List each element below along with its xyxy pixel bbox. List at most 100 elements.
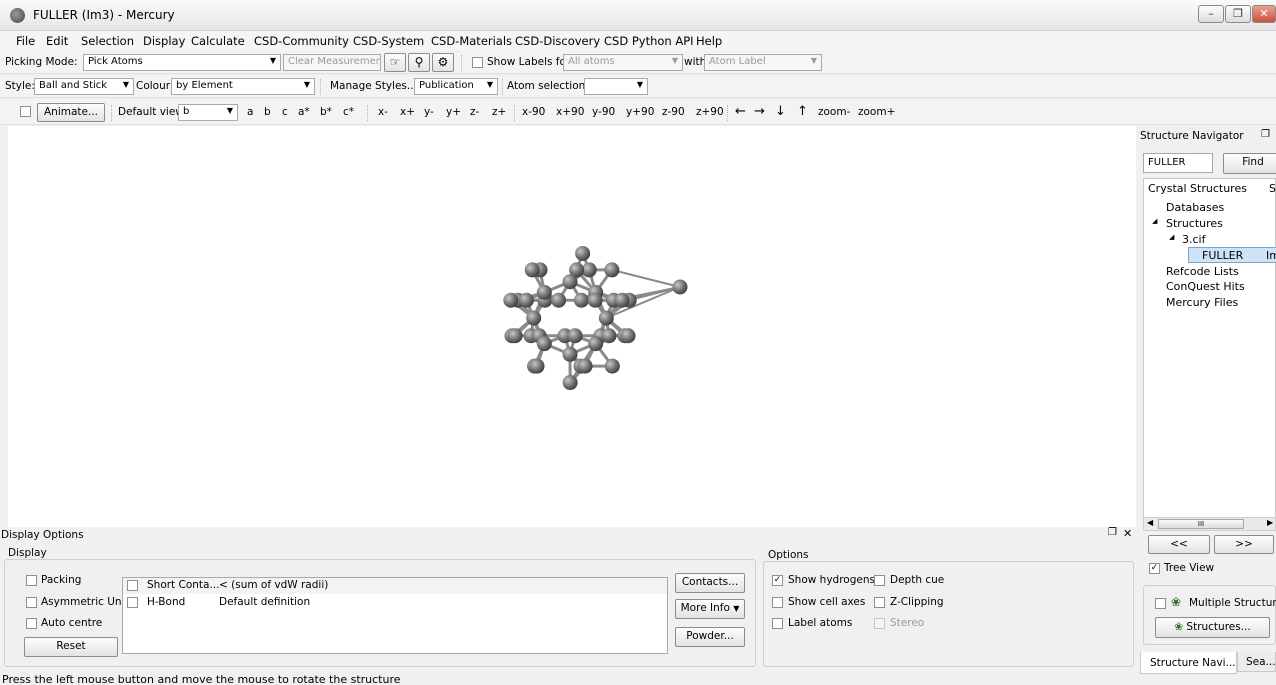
atom[interactable] [562,375,578,391]
atom[interactable] [524,262,540,278]
atom[interactable] [601,328,617,344]
view-c-button[interactable]: c [282,106,288,118]
float-icon[interactable]: ❐ [1108,527,1117,538]
menu-csd-discovery[interactable]: CSD-Discovery [515,34,600,48]
rotate-z-plus-90-button[interactable]: z+90 [696,106,724,118]
atom[interactable] [536,284,552,300]
contact-row-short[interactable]: Short Conta... < (sum of vdW radii) [123,578,667,594]
menu-calculate[interactable]: Calculate [191,34,245,48]
close-panel-icon[interactable]: ✕ [1123,527,1132,540]
contacts-button[interactable]: Contacts... [675,573,745,593]
menu-csd-python-api[interactable]: CSD Python API [604,34,694,48]
clear-measurements-button[interactable]: Clear Measurements [283,54,381,71]
view-c-star-button[interactable]: c* [343,106,354,118]
zoom-out-button[interactable]: zoom- [818,106,850,118]
select-pick-icon[interactable]: ⚙ [432,53,454,72]
tree-item-databases[interactable]: Databases [1166,201,1224,214]
tree-item-conquest-hits[interactable]: ConQuest Hits [1166,280,1245,293]
next-button[interactable]: >> [1214,535,1274,554]
colour-select[interactable]: by Element ▼ [171,78,315,95]
zoom-pick-icon[interactable]: ⚲ [408,53,430,72]
structure-viewer[interactable] [8,126,1136,528]
minimize-button[interactable]: – [1198,5,1224,23]
atom-selections-select[interactable]: ▼ [584,78,648,95]
contact-row-hbond[interactable]: H-Bond Default definition [123,595,667,611]
atom-label-select[interactable]: Atom Label ▼ [704,54,822,71]
publication-select[interactable]: Publication ▼ [414,78,498,95]
move-left-icon[interactable]: ← [735,104,746,119]
view-y-minus-button[interactable]: y- [424,106,434,118]
maximize-button[interactable]: ❐ [1225,5,1251,23]
atom[interactable] [604,358,620,374]
packing-checkbox[interactable] [26,575,37,586]
atom[interactable] [518,292,534,308]
atom[interactable] [577,358,593,374]
more-info-button[interactable]: More Info ▼ [675,599,745,619]
view-b-star-button[interactable]: b* [320,106,332,118]
menu-csd-materials[interactable]: CSD-Materials [431,34,512,48]
short-contact-checkbox[interactable] [127,580,138,591]
tree-header-secondary[interactable]: S [1269,182,1276,195]
atom[interactable] [573,292,589,308]
menu-help[interactable]: Help [696,34,722,48]
picking-mode-select[interactable]: Pick Atoms ▼ [83,54,281,71]
move-down-icon[interactable]: ↓ [775,104,786,119]
contacts-list[interactable]: Short Conta... < (sum of vdW radii) H-Bo… [122,577,668,654]
atom[interactable] [503,292,519,308]
scroll-right-icon[interactable]: ▶ [1267,518,1273,527]
z-clipping-checkbox[interactable] [874,597,885,608]
atom[interactable] [620,328,636,344]
atom[interactable] [567,328,583,344]
view-x-minus-button[interactable]: x- [378,106,388,118]
tree-item-structures[interactable]: Structures [1166,217,1223,230]
float-icon[interactable]: ❐ [1261,129,1270,140]
zoom-in-button[interactable]: zoom+ [858,106,895,118]
navigator-horizontal-scrollbar[interactable]: ◀ III ▶ [1143,517,1276,531]
menu-selection[interactable]: Selection [81,34,134,48]
atom[interactable] [529,358,545,374]
menu-edit[interactable]: Edit [46,34,68,48]
atom[interactable] [507,328,523,344]
powder-button[interactable]: Powder... [675,627,745,647]
menu-file[interactable]: File [16,34,35,48]
tab-search[interactable]: Sea... [1237,652,1276,672]
rotate-x-minus-90-button[interactable]: x-90 [522,106,545,118]
asymmetric-unit-checkbox[interactable] [26,597,37,608]
atom[interactable] [575,245,591,261]
navigator-tree[interactable]: Crystal Structures S Databases ◢ Structu… [1143,178,1276,518]
atom[interactable] [672,279,688,295]
rotate-x-plus-90-button[interactable]: x+90 [556,106,584,118]
previous-button[interactable]: << [1148,535,1210,554]
tree-item-refcode-lists[interactable]: Refcode Lists [1166,265,1239,278]
animate-checkbox[interactable] [20,106,31,117]
navigator-search-input[interactable]: FULLER [1143,153,1213,173]
rotate-y-plus-90-button[interactable]: y+90 [626,106,654,118]
tab-structure-navigator[interactable]: Structure Navi... [1140,652,1237,674]
tree-item-3cif[interactable]: 3.cif [1182,233,1205,246]
rotate-z-minus-90-button[interactable]: z-90 [662,106,685,118]
label-atoms-checkbox[interactable] [772,618,783,629]
stereo-checkbox[interactable] [874,618,885,629]
default-view-select[interactable]: b ▼ [178,104,238,121]
rotate-y-minus-90-button[interactable]: y-90 [592,106,615,118]
expand-arrow-icon[interactable]: ◢ [1169,233,1174,241]
view-z-minus-button[interactable]: z- [470,106,479,118]
atom[interactable] [587,292,603,308]
atom[interactable] [588,336,604,352]
hand-pick-icon[interactable]: ☞ [384,53,406,72]
view-b-button[interactable]: b [264,106,271,118]
atom[interactable] [526,310,542,326]
atom[interactable] [598,310,614,326]
view-y-plus-button[interactable]: y+ [446,106,461,118]
reset-button[interactable]: Reset [24,637,118,657]
animate-button[interactable]: Animate... [37,103,105,122]
close-button[interactable]: ✕ [1252,5,1276,23]
tree-item-fuller-selected[interactable]: FULLER Im [1188,247,1276,263]
tree-header-crystal-structures[interactable]: Crystal Structures [1148,182,1247,195]
atom[interactable] [562,274,578,290]
tree-item-mercury-files[interactable]: Mercury Files [1166,296,1238,309]
view-a-button[interactable]: a [247,106,253,118]
view-z-plus-button[interactable]: z+ [492,106,506,118]
atom[interactable] [614,292,630,308]
view-x-plus-button[interactable]: x+ [400,106,415,118]
